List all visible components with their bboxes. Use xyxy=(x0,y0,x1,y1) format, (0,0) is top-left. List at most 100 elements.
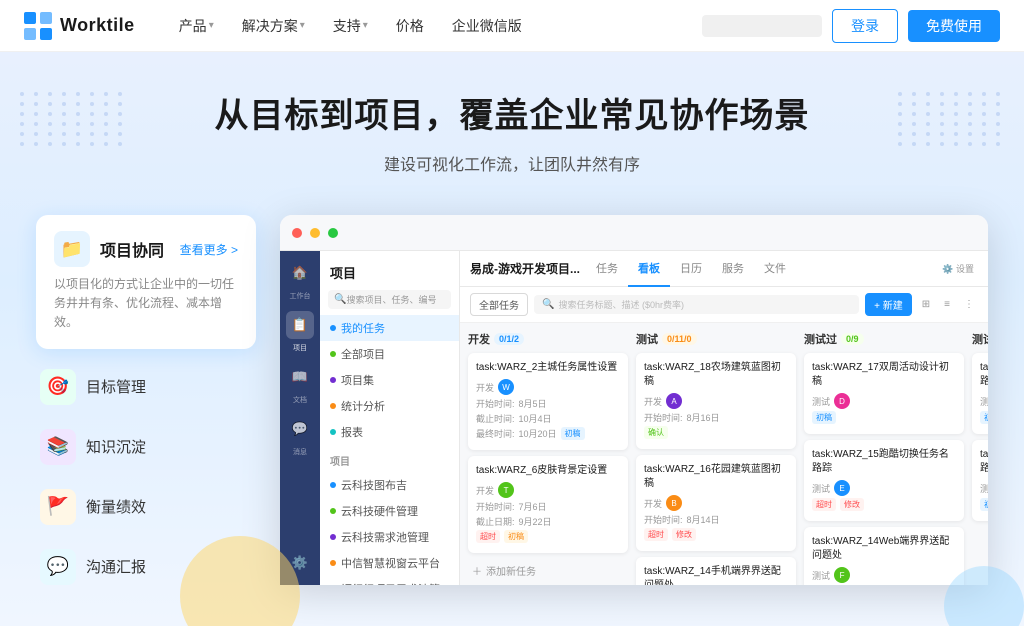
card-row: 测试 H xyxy=(980,480,988,496)
nav-dot xyxy=(330,508,336,514)
new-task-btn[interactable]: + 新建 xyxy=(865,293,912,316)
card-label: 超时 xyxy=(812,498,836,511)
nav-dot xyxy=(330,482,336,488)
nav-project-3[interactable]: 中信智慧视窗云平台 xyxy=(320,550,459,576)
app-icon-sidebar: 🏠 工作台 📋 项目 📖 文档 💬 消息 ⚙️ xyxy=(280,251,320,585)
view-icon[interactable]: ⊞ xyxy=(918,299,934,310)
col-header-test: 测试 0/11/0 xyxy=(636,331,796,347)
worktile-logo-icon xyxy=(24,12,52,40)
card-row: 测试 E xyxy=(812,480,956,496)
feature-desc: 以项目化的方式让企业中的一切任务井井有条、优化流程、减本增效。 xyxy=(54,275,238,333)
card-title: task:WARZ_14Web端界界送配问题处 xyxy=(812,535,956,563)
nav-solution[interactable]: 解决方案 ▾ xyxy=(230,10,317,42)
login-button[interactable]: 登录 xyxy=(832,9,898,43)
kanban-card[interactable]: task:WARZ_2主城任务属性设置 开发 W 开始时间: 8月5日 xyxy=(468,353,628,450)
app-screenshot: 🏠 工作台 📋 项目 📖 文档 💬 消息 ⚙️ 项目 🔍 搜索项目、任务、编号 xyxy=(280,215,988,585)
nav-report[interactable]: 报表 xyxy=(320,419,459,445)
feature-card-knowledge[interactable]: 📚 知识沉淀 xyxy=(36,417,256,477)
window-minimize-dot xyxy=(310,228,320,238)
card-footer: 初稿 xyxy=(812,411,956,424)
feature-title: 项目协同 xyxy=(100,237,164,261)
nav-product[interactable]: 产品 ▾ xyxy=(167,10,226,42)
search-icon: 🔍 xyxy=(334,294,346,305)
app-icon-home[interactable]: 🏠 xyxy=(286,259,314,287)
nav-pricing[interactable]: 价格 xyxy=(384,10,436,42)
filter-icon[interactable]: ≡ xyxy=(940,299,954,310)
nav-dot xyxy=(330,429,336,435)
kanban-add-task[interactable]: ＋ 添加新任务 xyxy=(468,559,628,582)
card-title: task:WARZ_15跑酷切换任务名路踪 xyxy=(812,448,956,476)
app-topbar xyxy=(280,215,988,251)
logo[interactable]: Worktile xyxy=(24,12,135,40)
tab-calendar[interactable]: 日历 xyxy=(670,251,712,287)
group-icon[interactable]: ⋮ xyxy=(960,299,978,310)
card-label: 超时 xyxy=(644,528,668,541)
card-row: 测试 D xyxy=(812,393,956,409)
nav-search[interactable]: 🔍 搜索项目、任务、编号 xyxy=(328,290,451,309)
app-tabs: 任务 看板 日历 服务 文件 xyxy=(586,251,796,287)
hero-title: 从目标到项目，覆盖企业常见协作场景 xyxy=(0,88,1024,137)
card-title: task:WARZ_6皮肤背景定设置 xyxy=(476,464,620,478)
nav-project-2[interactable]: 云科技需求池管理 xyxy=(320,524,459,550)
card-row: 测试 F xyxy=(812,567,956,583)
kanban-col-dev: 开发 0/1/2 task:WARZ_2主城任务属性设置 开发 W xyxy=(468,331,628,577)
hero-subtitle: 建设可视化工作流，让团队井然有序 xyxy=(0,151,1024,175)
app-icon-doc[interactable]: 📖 xyxy=(286,363,314,391)
icon-label-worktable: 工作台 xyxy=(290,291,311,301)
card-row: 开发 B xyxy=(644,495,788,511)
card-label: 确认 xyxy=(644,426,668,439)
card-title: task:WARZ_16花园建筑蓝图初稿 xyxy=(644,463,788,491)
navbar-right: 登录 免费使用 xyxy=(702,9,1000,43)
hero-section: for(let i=0;i<48;i++) document.write('<d… xyxy=(0,52,1024,626)
kanban-col-done: 测试过 14/0/8 task:WARZ_19海报显示任务名路踪 测试过 G xyxy=(972,331,988,577)
avatar: T xyxy=(498,482,514,498)
nav-project-4[interactable]: 福行行项目需求池管理 xyxy=(320,576,459,585)
kanban-card[interactable]: task:WARZ_17双周活动设计初稿 测试 D 初稿 xyxy=(804,353,964,434)
kanban-card[interactable]: task:WARZ_6皮肤背景定设置 开发 T 开始时间: 7月6日 xyxy=(468,456,628,553)
nav-project-set[interactable]: 项目集 xyxy=(320,367,459,393)
feature-card-performance[interactable]: 🚩 衡量绩效 xyxy=(36,477,256,537)
feature-title: 目标管理 xyxy=(86,376,146,397)
report-icon: 💬 xyxy=(40,549,76,585)
search-icon: 🔍 xyxy=(542,299,554,310)
nav-project-1[interactable]: 云科技硬件管理 xyxy=(320,498,459,524)
kanban-card[interactable]: task:WARZ_19海报显示任务名路踪 测试过 G 初稿 xyxy=(972,353,988,434)
nav-sidebar-title: 项目 xyxy=(320,259,459,290)
app-icon-project[interactable]: 📋 xyxy=(286,311,314,339)
kanban-card[interactable]: task:WARZ_14Web端界界送配问题处 测试 F 初稿 xyxy=(804,527,964,585)
kanban-card[interactable]: task:WARZ_13海报显示任务名路踪 测试 H 初稿 xyxy=(972,440,988,521)
app-icon-msg[interactable]: 💬 xyxy=(286,415,314,443)
nav-stats[interactable]: 统计分析 xyxy=(320,393,459,419)
card-label: 初稿 xyxy=(504,530,528,543)
feature-card-project[interactable]: 📁 项目协同 查看更多 > 以项目化的方式让企业中的一切任务井井有条、优化流程、… xyxy=(36,215,256,349)
free-trial-button[interactable]: 免费使用 xyxy=(908,10,1000,42)
tab-service[interactable]: 服务 xyxy=(712,251,754,287)
nav-all-projects[interactable]: 全部项目 xyxy=(320,341,459,367)
nav-wechat[interactable]: 企业微信版 xyxy=(440,10,534,42)
nav-support[interactable]: 支持 ▾ xyxy=(321,10,380,42)
tab-task[interactable]: 任务 xyxy=(586,251,628,287)
kanban-card[interactable]: task:WARZ_14手机端界界送配问题处 开发 C 开始时间: 8月13日 xyxy=(636,557,796,585)
feature-card-goal[interactable]: 🎯 目标管理 xyxy=(36,357,256,417)
card-title: task:WARZ_18农场建筑蓝图初稿 xyxy=(644,361,788,389)
settings-icon[interactable]: ⚙️ 设置 xyxy=(942,262,974,275)
avatar: W xyxy=(498,379,514,395)
kanban-card[interactable]: task:WARZ_15跑酷切换任务名路踪 测试 E 超时 修改 xyxy=(804,440,964,521)
tab-board[interactable]: 看板 xyxy=(628,251,670,287)
feature-link[interactable]: 查看更多 > xyxy=(180,241,238,258)
nav-dot xyxy=(330,325,336,331)
nav-project-section: 项目 xyxy=(320,445,459,472)
filter-btn[interactable]: 全部任务 xyxy=(470,293,528,316)
nav-project-0[interactable]: 云科技图布吉 xyxy=(320,472,459,498)
col-badge: 0/11/0 xyxy=(662,333,697,345)
kanban-card[interactable]: task:WARZ_18农场建筑蓝图初稿 开发 A 开始时间: 8月16日 xyxy=(636,353,796,449)
col-badge: 0/9 xyxy=(841,333,864,345)
card-row: 开发 W xyxy=(476,379,620,395)
toolbar-search[interactable]: 🔍 搜索任务标题、描述 ($0hr费率) xyxy=(534,295,859,314)
card-footer: 确认 xyxy=(644,426,788,439)
nav-my-tasks[interactable]: 我的任务 xyxy=(320,315,459,341)
kanban-card[interactable]: task:WARZ_16花园建筑蓝图初稿 开发 B 开始时间: 8月14日 xyxy=(636,455,796,551)
tab-file[interactable]: 文件 xyxy=(754,251,796,287)
kanban-board: 开发 0/1/2 task:WARZ_2主城任务属性设置 开发 W xyxy=(460,323,988,585)
card-footer: 超时 修改 xyxy=(812,498,956,511)
